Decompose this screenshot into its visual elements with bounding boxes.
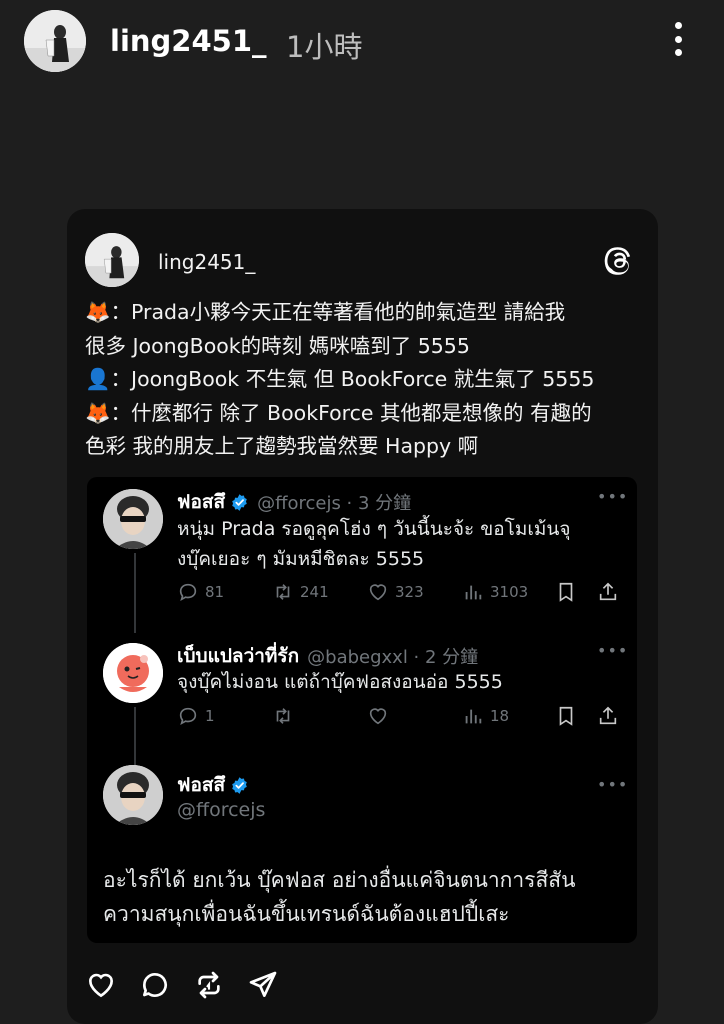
tweet-author: ฟอสสึ @fforcejs · 3 分鐘	[177, 487, 411, 517]
repost-icon[interactable]	[193, 969, 225, 1001]
share-icon	[599, 706, 617, 725]
tweet-text-line: งบุ๊คเยอะ ๆ มัมหมีชิตละ 5555	[177, 548, 425, 570]
post-line: 🦊：Prada小夥今天正在等著看他的帥氣造型 請給我	[85, 300, 566, 324]
retweet-action[interactable]	[272, 705, 300, 727]
verified-badge-icon	[232, 493, 247, 511]
thread-connector	[134, 553, 136, 633]
post-line: 👤：JoongBook 不生氣 但 BookForce 就生氣了 5555	[85, 367, 595, 391]
tweet-handle: @fforcejs	[177, 799, 266, 821]
bookmark-icon	[559, 582, 573, 602]
tweet-text-line: จุงบุ๊คไม่งอน แต่ถ้าบุ๊คฟอสงอนอ่อ 5555	[177, 671, 503, 693]
shared-post-card[interactable]: ling2451_ 🦊：Prada小夥今天正在等著看他的帥氣造型 請給我 很多 …	[67, 209, 658, 1024]
bookmark-icon	[559, 706, 573, 726]
avatar-image	[103, 643, 163, 703]
avatar-image	[103, 765, 163, 825]
heart-icon	[369, 708, 387, 725]
story-username[interactable]: ling2451_	[110, 24, 267, 58]
tweet-avatar	[103, 765, 163, 825]
tweet-more-icon[interactable]: •••	[597, 775, 628, 794]
share-icon	[599, 582, 617, 601]
views-count: 18	[490, 707, 510, 725]
comment-icon[interactable]	[139, 969, 171, 1001]
views-count: 3103	[490, 583, 529, 601]
like-action[interactable]: 323	[367, 581, 424, 603]
post-line: 很多 JoongBook的時刻 媽咪嗑到了 5555	[85, 333, 470, 358]
views-action[interactable]: 18	[462, 705, 509, 727]
retweet-count: 241	[300, 583, 329, 601]
story-avatar[interactable]	[24, 10, 86, 72]
reply-icon	[179, 707, 197, 726]
tweet-avatar	[103, 643, 163, 703]
reply-count: 1	[205, 707, 215, 725]
views-action[interactable]: 3103	[462, 581, 528, 603]
more-vertical-icon[interactable]	[668, 22, 688, 56]
reply-count: 81	[205, 583, 225, 601]
like-action[interactable]	[367, 705, 395, 727]
tweet-handle: @babegxxl · 2 分鐘	[307, 647, 479, 668]
like-count: 323	[395, 583, 424, 601]
reply-action[interactable]: 81	[177, 581, 224, 603]
share-action[interactable]	[597, 581, 625, 603]
tweet-handle: @fforcejs · 3 分鐘	[257, 493, 412, 514]
retweet-action[interactable]: 241	[272, 581, 329, 603]
tweet-text-line: หนุ่ม Prada รอดูลุคโฮ่ง ๆ วันนี้นะจ้ะ ขอ…	[177, 518, 571, 540]
reply-action[interactable]: 1	[177, 705, 215, 727]
story-time: 1小時	[286, 30, 363, 64]
tweet-avatar	[103, 489, 163, 549]
tweet-author: ฟอสสึ	[177, 770, 249, 800]
verified-badge-icon	[232, 776, 247, 794]
thread-connector	[134, 707, 136, 765]
tweet-author-name: ฟอสสึ	[177, 491, 226, 513]
bookmark-action[interactable]	[555, 705, 583, 727]
heart-icon	[369, 584, 387, 601]
threads-logo-icon[interactable]	[604, 245, 636, 277]
views-icon	[465, 709, 482, 724]
story-header: ling2451_ 1小時	[0, 0, 724, 90]
avatar-image	[24, 10, 86, 72]
tweet-author-name: ฟอสสึ	[177, 774, 226, 796]
heart-icon[interactable]	[85, 969, 117, 1001]
tweet-more-icon[interactable]: •••	[597, 487, 628, 506]
post-line: 色彩 我的朋友上了趨勢我當然要 Happy 啊	[85, 434, 479, 458]
avatar-image	[85, 233, 139, 287]
tweet-text-line: ความสนุกเพื่อนฉันขึ้นเทรนด์ฉันต้องแฮปปี้…	[103, 902, 510, 926]
tweet-thread-screenshot: ฟอสสึ @fforcejs · 3 分鐘 ••• หนุ่ม Prada ร…	[87, 477, 637, 943]
retweet-icon	[276, 584, 290, 600]
post-line: 🦊：什麼都行 除了 BookForce 其他都是想像的 有趣的	[85, 400, 592, 425]
post-body: 🦊：Prada小夥今天正在等著看他的帥氣造型 請給我 很多 JoongBook的…	[85, 296, 645, 464]
tweet-text-line: อะไรก็ได้ ยกเว้น บุ๊คฟอส อย่างอื่นแค่จิน…	[103, 868, 576, 892]
views-icon	[465, 585, 482, 600]
avatar-image	[103, 489, 163, 549]
post-avatar[interactable]	[85, 233, 139, 287]
bookmark-action[interactable]	[555, 581, 583, 603]
tweet-more-icon[interactable]: •••	[597, 641, 628, 660]
send-icon[interactable]	[247, 969, 279, 1001]
retweet-icon	[276, 708, 290, 724]
share-action[interactable]	[597, 705, 625, 727]
reply-icon	[179, 583, 197, 602]
post-username[interactable]: ling2451_	[158, 250, 255, 274]
